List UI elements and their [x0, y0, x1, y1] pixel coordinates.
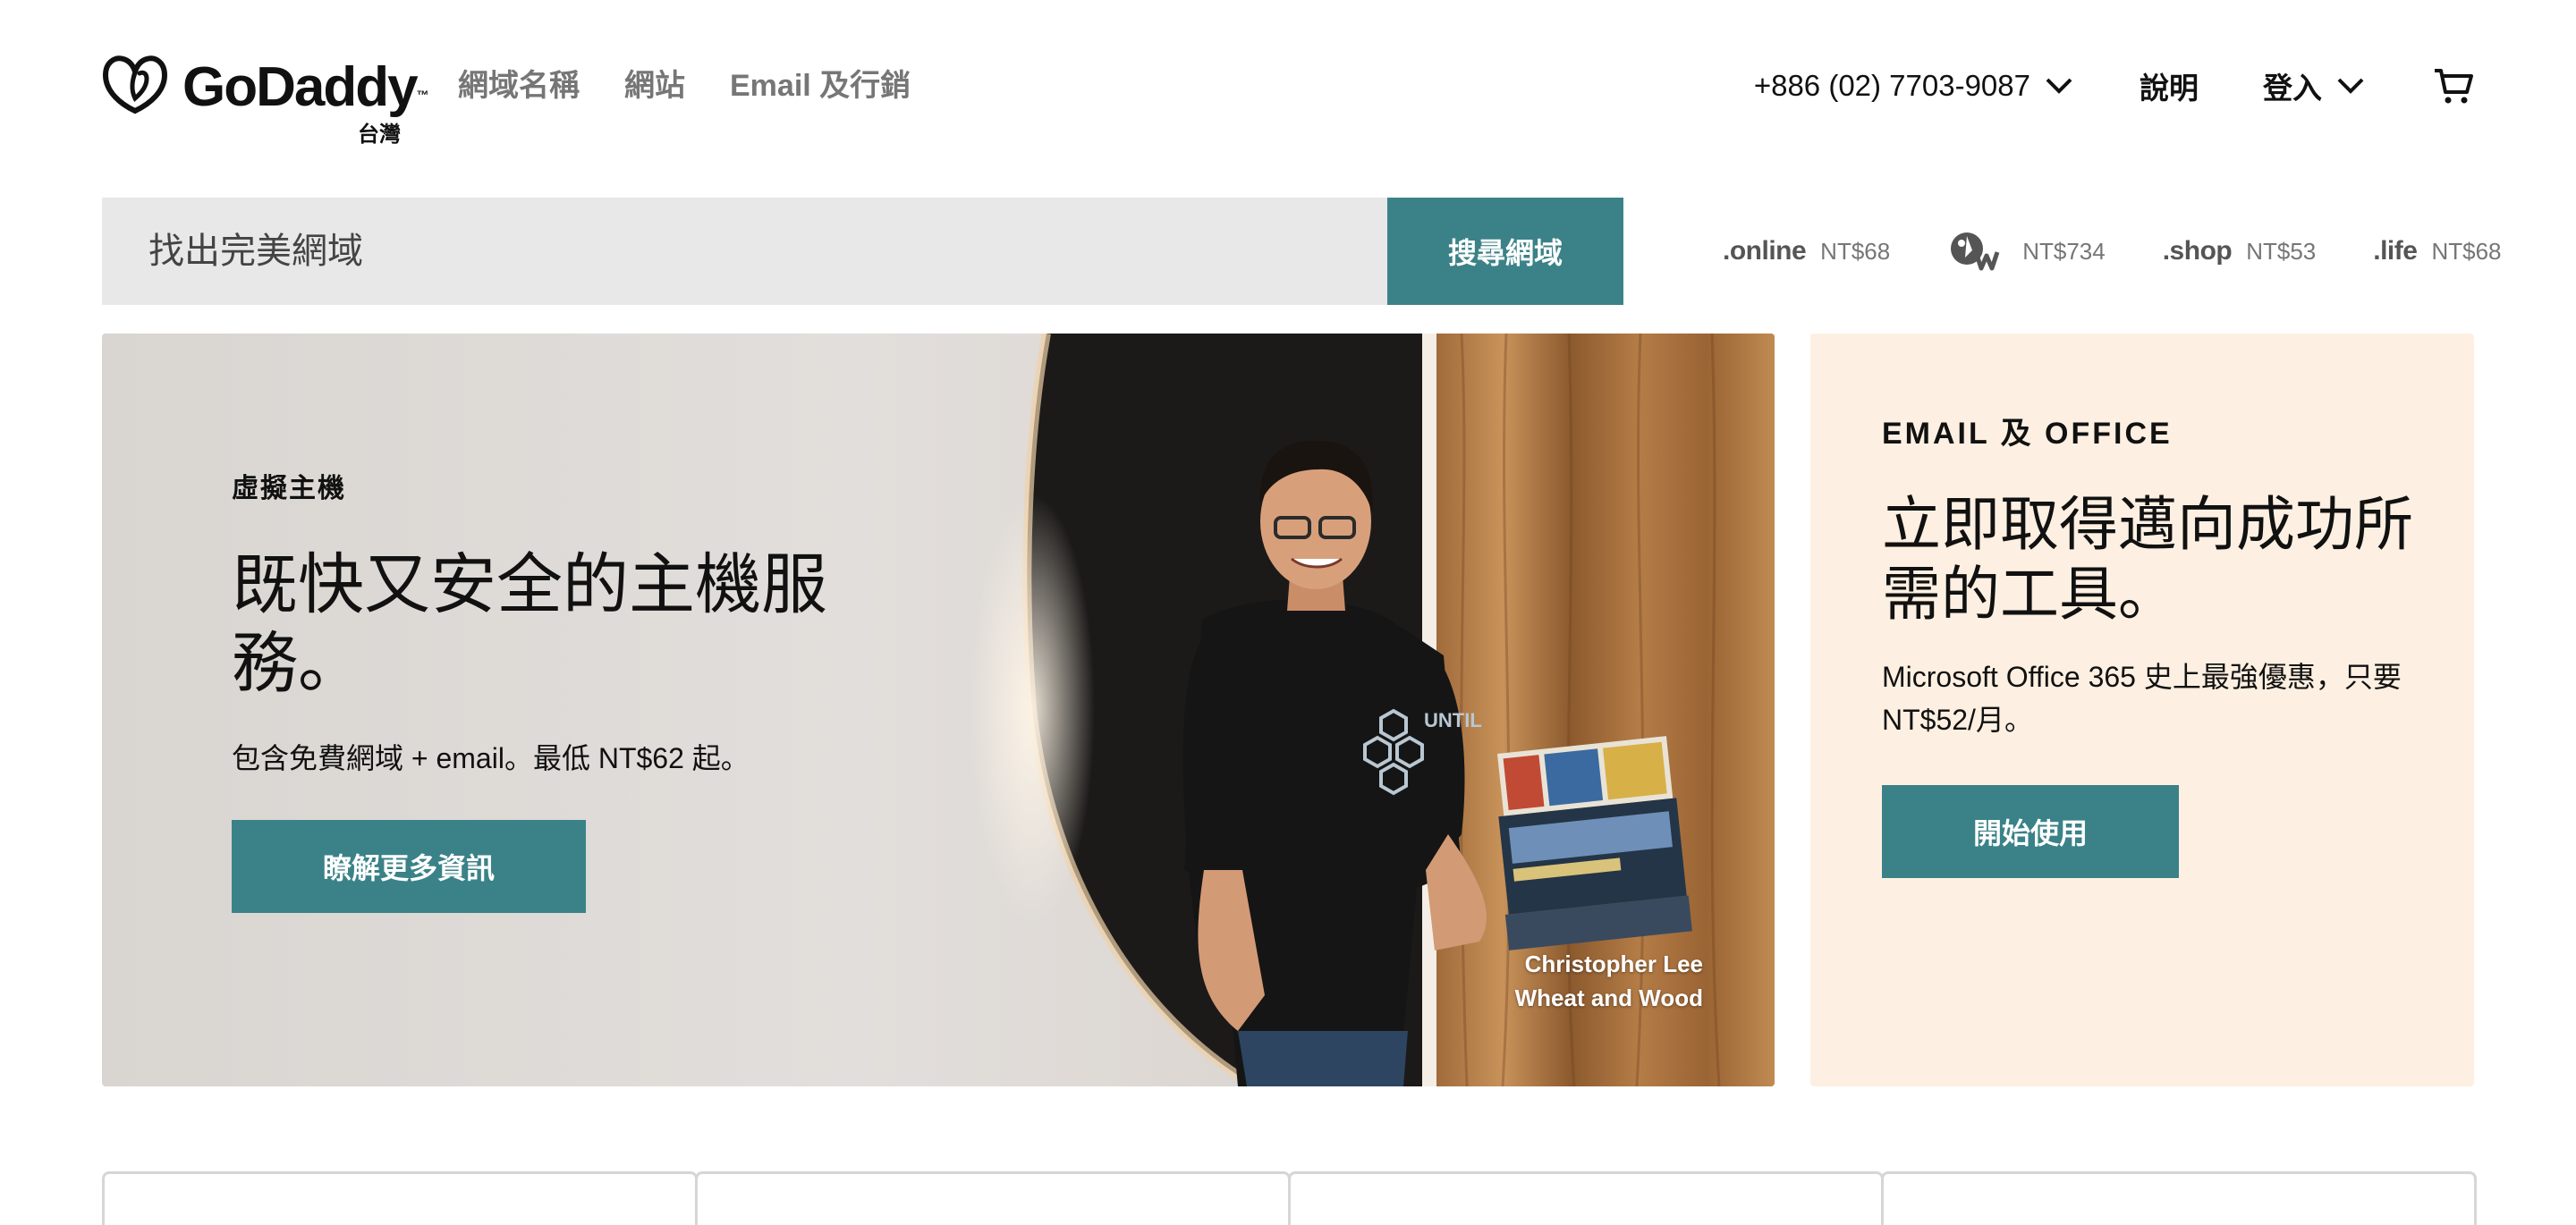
email-office-eyebrow: EMAIL 及 OFFICE — [1882, 417, 2173, 451]
tld-price: NT$68 — [1820, 237, 1891, 265]
main-nav: 網域名稱 網站 Email 及行銷 — [458, 66, 911, 106]
svg-text:UNTIL: UNTIL — [1424, 709, 1482, 731]
chevron-down-icon — [2046, 78, 2072, 94]
product-tile[interactable] — [1881, 1171, 2477, 1225]
product-tiles-row — [102, 1171, 2477, 1225]
caption-person-name: Christopher Lee — [1524, 950, 1703, 977]
get-started-button[interactable]: 開始使用 — [1882, 785, 2179, 878]
tld-name: .life — [2373, 236, 2418, 266]
utility-nav: +886 (02) 7703-9087 說明 登入 — [1754, 59, 2474, 113]
caption-company: Wheat and Wood — [1514, 984, 1703, 1011]
godaddy-heart-icon — [102, 55, 168, 114]
tld-price: NT$734 — [2022, 237, 2106, 265]
cart-icon[interactable] — [2433, 65, 2474, 106]
photo-caption: Christopher Lee Wheat and Wood — [1515, 947, 1703, 1015]
email-office-card: EMAIL 及 OFFICE 立即取得邁向成功所需的工具。 Microsoft … — [1810, 334, 2474, 1086]
tld-tw[interactable]: NT$734 — [1947, 231, 2106, 272]
tld-name: .online — [1723, 236, 1807, 266]
nav-item-websites[interactable]: 網站 — [624, 66, 685, 106]
tld-price: NT$53 — [2246, 237, 2317, 265]
product-tile[interactable] — [695, 1171, 1291, 1225]
product-tile[interactable] — [102, 1171, 698, 1225]
learn-more-button[interactable]: 瞭解更多資訊 — [232, 820, 586, 913]
hosting-hero-banner: UNTIL 虛擬主機 既快又安全的主機服務。 包含免費網域 + email。最低… — [102, 334, 1775, 1086]
nav-item-domains[interactable]: 網域名稱 — [458, 66, 580, 106]
signin-dropdown[interactable]: 登入 — [2263, 64, 2365, 107]
tld-online[interactable]: .online NT$68 — [1723, 236, 1890, 266]
domain-search-input[interactable] — [102, 198, 1387, 305]
search-domain-button[interactable]: 搜尋網域 — [1387, 198, 1623, 305]
help-link[interactable]: 說明 — [2140, 64, 2199, 107]
logo-wordmark: GoDaddy™ — [182, 56, 429, 118]
hosting-headline: 既快又安全的主機服務。 — [232, 546, 827, 702]
logo-region: 台灣 — [358, 122, 401, 147]
tld-name: .shop — [2162, 236, 2233, 266]
chevron-down-icon — [2337, 78, 2364, 94]
tld-price-list: .online NT$68 NT$734 .shop NT$53 .life N… — [1723, 229, 2502, 274]
email-office-headline: 立即取得邁向成功所需的工具。 — [1882, 490, 2413, 629]
godaddy-logo[interactable]: GoDaddy™ 台灣 — [102, 50, 429, 148]
tw-domain-logo-icon — [1951, 232, 2000, 271]
tld-life[interactable]: .life NT$68 — [2373, 236, 2501, 266]
nav-item-email-marketing[interactable]: Email 及行銷 — [730, 66, 911, 106]
product-tile[interactable] — [1288, 1171, 1884, 1225]
hosting-description: 包含免費網域 + email。最低 NT$62 起。 — [232, 742, 750, 774]
phone-number: +886 (02) 7703-9087 — [1753, 69, 2030, 102]
email-office-description: Microsoft Office 365 史上最強優惠，只要 NT$52/月。 — [1882, 661, 2402, 736]
tld-shop[interactable]: .shop NT$53 — [2163, 236, 2317, 266]
phone-dropdown[interactable]: +886 (02) 7703-9087 — [1754, 69, 2073, 103]
hosting-eyebrow: 虛擬主機 — [232, 474, 346, 503]
tld-price: NT$68 — [2431, 237, 2502, 265]
signin-label: 登入 — [2263, 72, 2322, 105]
